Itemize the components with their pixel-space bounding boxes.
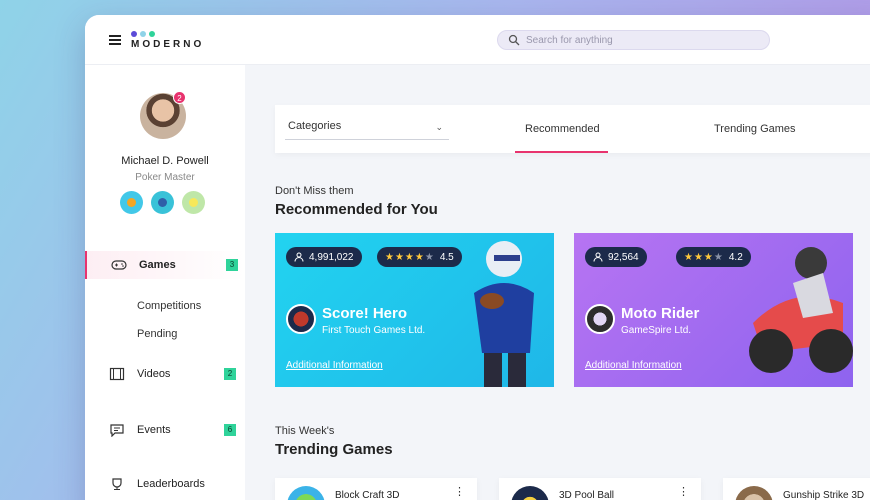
sidebar-item-label: Videos bbox=[137, 368, 171, 380]
trending-game-title: Block Craft 3D bbox=[335, 490, 400, 500]
achievement-badges bbox=[120, 191, 205, 214]
sidebar-item-pending[interactable]: Pending bbox=[137, 328, 177, 340]
player-count-pill: 92,564 bbox=[585, 247, 647, 267]
sidebar-item-events[interactable]: Events 6 bbox=[85, 416, 245, 444]
notification-badge[interactable]: 2 bbox=[173, 91, 186, 104]
filter-tab-bar: Categories ⌄ Recommended Trending Games bbox=[275, 105, 870, 153]
app-window: MODERNO 2 Michael D. Powell Poker Master… bbox=[85, 15, 870, 500]
game-developer: First Touch Games Ltd. bbox=[322, 325, 426, 336]
film-icon bbox=[109, 367, 125, 381]
game-thumbnail bbox=[735, 486, 773, 500]
trending-game-title: 3D Pool Ball bbox=[559, 490, 615, 500]
videos-count-badge: 2 bbox=[224, 368, 236, 380]
football-player-illustration bbox=[474, 241, 534, 387]
search-input[interactable] bbox=[526, 34, 746, 46]
sidebar-item-games[interactable]: Games 3 bbox=[85, 251, 245, 279]
player-count: 92,564 bbox=[608, 251, 639, 263]
user-icon bbox=[593, 252, 603, 262]
chat-icon bbox=[110, 424, 124, 437]
trending-card[interactable]: Block Craft 3D ⋮ bbox=[275, 478, 477, 500]
active-tab-indicator bbox=[515, 151, 608, 153]
achievement-badge-sail-icon[interactable] bbox=[151, 191, 174, 214]
events-count-badge: 6 bbox=[224, 424, 236, 436]
logo-dots bbox=[131, 31, 204, 37]
game-logo-moto-rider bbox=[585, 304, 615, 334]
game-developer: GameSpire Ltd. bbox=[621, 325, 692, 336]
game-card-moto-rider[interactable]: 92,564 ★★★★ 4.2 Moto Rider GameSpire Ltd… bbox=[574, 233, 853, 387]
achievement-badge-sun-icon[interactable] bbox=[182, 191, 205, 214]
tab-trending-games[interactable]: Trending Games bbox=[714, 123, 796, 135]
search-icon bbox=[508, 34, 520, 46]
trending-card[interactable]: Gunship Strike 3D ⋮ bbox=[723, 478, 870, 500]
user-role: Poker Master bbox=[135, 172, 195, 183]
main-content: Categories ⌄ Recommended Trending Games … bbox=[245, 65, 870, 500]
game-thumbnail bbox=[511, 486, 549, 500]
game-thumbnail bbox=[287, 486, 325, 500]
star-rating-icon: ★★★★★ bbox=[385, 251, 435, 263]
sidebar-item-videos[interactable]: Videos 2 bbox=[85, 360, 245, 388]
category-dropdown[interactable]: Categories ⌄ bbox=[285, 120, 449, 140]
category-dropdown-label: Categories bbox=[288, 120, 342, 132]
user-name: Michael D. Powell bbox=[121, 155, 209, 167]
game-card-score-hero[interactable]: 4,991,022 ★★★★★ 4.5 Score! Hero First To… bbox=[275, 233, 554, 387]
gamepad-icon bbox=[111, 260, 127, 270]
trending-game-title: Gunship Strike 3D bbox=[783, 490, 865, 500]
app-logo[interactable]: MODERNO bbox=[131, 31, 204, 50]
recommended-title: Recommended for You bbox=[275, 201, 438, 218]
games-count-badge: 3 bbox=[226, 259, 238, 271]
recommended-kicker: Don't Miss them bbox=[275, 185, 354, 197]
game-logo-score-hero bbox=[286, 304, 316, 334]
sidebar: 2 Michael D. Powell Poker Master Games 3… bbox=[85, 65, 245, 500]
motorbike-rider-illustration bbox=[749, 247, 853, 373]
trending-kicker: This Week's bbox=[275, 425, 335, 437]
player-count: 4,991,022 bbox=[309, 251, 354, 263]
top-bar: MODERNO bbox=[85, 15, 870, 65]
tab-recommended[interactable]: Recommended bbox=[525, 123, 600, 135]
trophy-icon bbox=[112, 478, 122, 490]
search-box[interactable] bbox=[497, 30, 770, 50]
trending-title: Trending Games bbox=[275, 441, 393, 458]
star-rating-icon: ★★★★ bbox=[684, 251, 724, 263]
user-icon bbox=[294, 252, 304, 262]
sidebar-item-leaderboards[interactable]: Leaderboards bbox=[85, 470, 245, 498]
game-title: Moto Rider bbox=[621, 305, 700, 322]
sidebar-item-label: Games bbox=[139, 259, 176, 271]
sidebar-item-label: Leaderboards bbox=[137, 478, 205, 490]
additional-information-link[interactable]: Additional Information bbox=[585, 360, 682, 371]
more-options-icon[interactable]: ⋮ bbox=[678, 485, 689, 498]
sidebar-item-label: Events bbox=[137, 424, 171, 436]
game-title: Score! Hero bbox=[322, 305, 408, 322]
player-count-pill: 4,991,022 bbox=[286, 247, 362, 267]
additional-information-link[interactable]: Additional Information bbox=[286, 360, 383, 371]
more-options-icon[interactable]: ⋮ bbox=[454, 485, 465, 498]
achievement-badge-bowling-icon[interactable] bbox=[120, 191, 143, 214]
chevron-down-icon: ⌄ bbox=[435, 122, 443, 132]
trending-card[interactable]: 3D Pool Ball ⋮ bbox=[499, 478, 701, 500]
hamburger-menu-icon[interactable] bbox=[109, 35, 121, 45]
brand-name: MODERNO bbox=[131, 39, 205, 50]
sidebar-item-competitions[interactable]: Competitions bbox=[137, 300, 201, 312]
